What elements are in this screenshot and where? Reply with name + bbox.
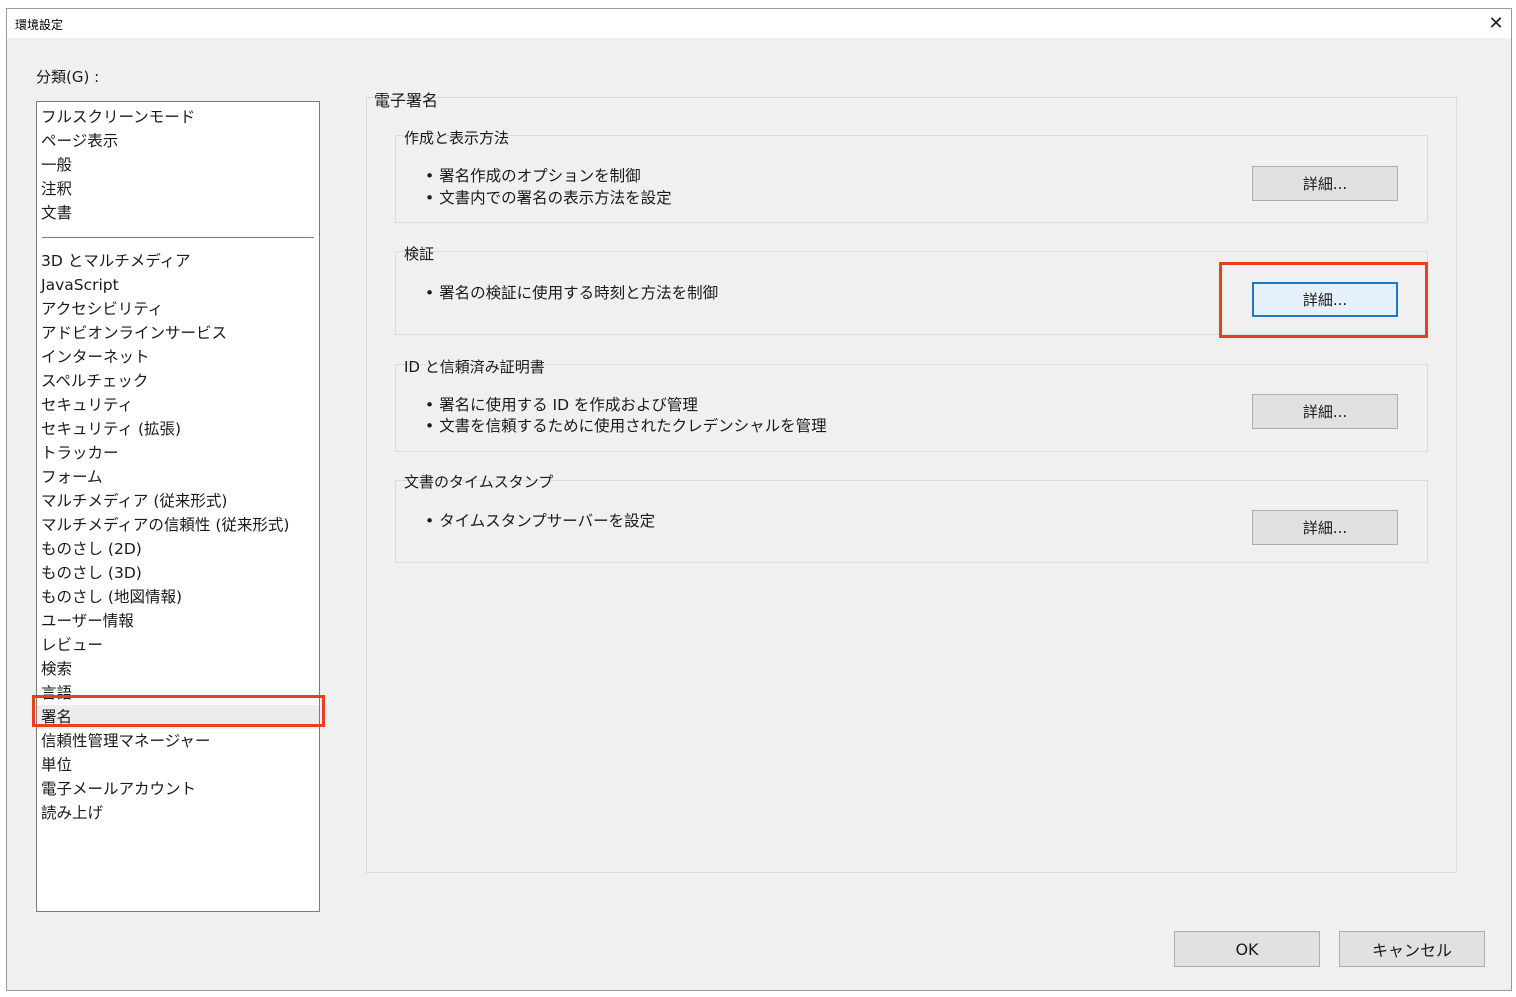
group-title-timestamp: 文書のタイムスタンプ <box>404 473 554 491</box>
title-bar: 環境設定 ✕ <box>7 9 1511 38</box>
category-item[interactable]: ものさし (地図情報) <box>37 585 319 609</box>
category-item-signature[interactable]: 署名 <box>37 705 319 729</box>
group-title-verification: 検証 <box>404 245 435 263</box>
group-line: • タイムスタンプサーバーを設定 <box>425 512 656 530</box>
category-item[interactable]: 注釈 <box>37 177 319 201</box>
category-item[interactable]: マルチメディア (従来形式) <box>37 489 319 513</box>
category-item[interactable]: 読み上げ <box>37 801 319 825</box>
group-title-creation: 作成と表示方法 <box>404 129 510 147</box>
group-line: • 署名の検証に使用する時刻と方法を制御 <box>425 284 719 302</box>
group-line: • 文書内での署名の表示方法を設定 <box>425 189 672 207</box>
category-item[interactable]: スペルチェック <box>37 369 319 393</box>
cancel-button[interactable]: キャンセル <box>1339 931 1485 967</box>
category-item[interactable]: フォーム <box>37 465 319 489</box>
category-item[interactable]: 信頼性管理マネージャー <box>37 729 319 753</box>
details-button-creation[interactable]: 詳細... <box>1252 166 1398 201</box>
category-item[interactable]: JavaScript <box>37 273 319 297</box>
category-item[interactable]: マルチメディアの信頼性 (従来形式) <box>37 513 319 537</box>
category-item[interactable]: アクセシビリティ <box>37 297 319 321</box>
panel-title: 電子署名 <box>374 91 439 110</box>
category-label: 分類(G) : <box>36 68 100 86</box>
close-icon[interactable]: ✕ <box>1481 9 1511 38</box>
category-item[interactable]: 電子メールアカウント <box>37 777 319 801</box>
category-item[interactable]: 文書 <box>37 201 319 225</box>
details-button-verification[interactable]: 詳細... <box>1252 282 1398 317</box>
category-item[interactable]: フルスクリーンモード <box>37 105 319 129</box>
category-item[interactable]: 3D とマルチメディア <box>37 249 319 273</box>
details-button-timestamp[interactable]: 詳細... <box>1252 510 1398 545</box>
group-line: • 署名に使用する ID を作成および管理 <box>425 396 698 414</box>
category-item[interactable]: 単位 <box>37 753 319 777</box>
category-item[interactable]: ページ表示 <box>37 129 319 153</box>
category-list[interactable]: フルスクリーンモード ページ表示 一般 注釈 文書 3D とマルチメディア Ja… <box>36 101 320 912</box>
category-item[interactable]: インターネット <box>37 345 319 369</box>
category-item[interactable]: セキュリティ (拡張) <box>37 417 319 441</box>
window-title: 環境設定 <box>15 18 64 32</box>
category-item[interactable]: アドビオンラインサービス <box>37 321 319 345</box>
category-item[interactable]: ユーザー情報 <box>37 609 319 633</box>
category-item[interactable]: 検索 <box>37 657 319 681</box>
category-item[interactable]: セキュリティ <box>37 393 319 417</box>
group-line: • 署名作成のオプションを制御 <box>425 167 641 185</box>
category-item[interactable]: 一般 <box>37 153 319 177</box>
category-item[interactable]: ものさし (2D) <box>37 537 319 561</box>
ok-button[interactable]: OK <box>1174 931 1320 967</box>
category-item[interactable]: トラッカー <box>37 441 319 465</box>
category-separator <box>42 237 314 238</box>
category-item[interactable]: ものさし (3D) <box>37 561 319 585</box>
preferences-dialog: 環境設定 ✕ 分類(G) : フルスクリーンモード ページ表示 一般 注釈 文書… <box>6 8 1512 991</box>
group-title-identities: ID と信頼済み証明書 <box>404 358 545 376</box>
details-button-identities[interactable]: 詳細... <box>1252 394 1398 429</box>
category-item[interactable]: 言語 <box>37 681 319 705</box>
group-line: • 文書を信頼するために使用されたクレデンシャルを管理 <box>425 417 827 435</box>
category-item[interactable]: レビュー <box>37 633 319 657</box>
